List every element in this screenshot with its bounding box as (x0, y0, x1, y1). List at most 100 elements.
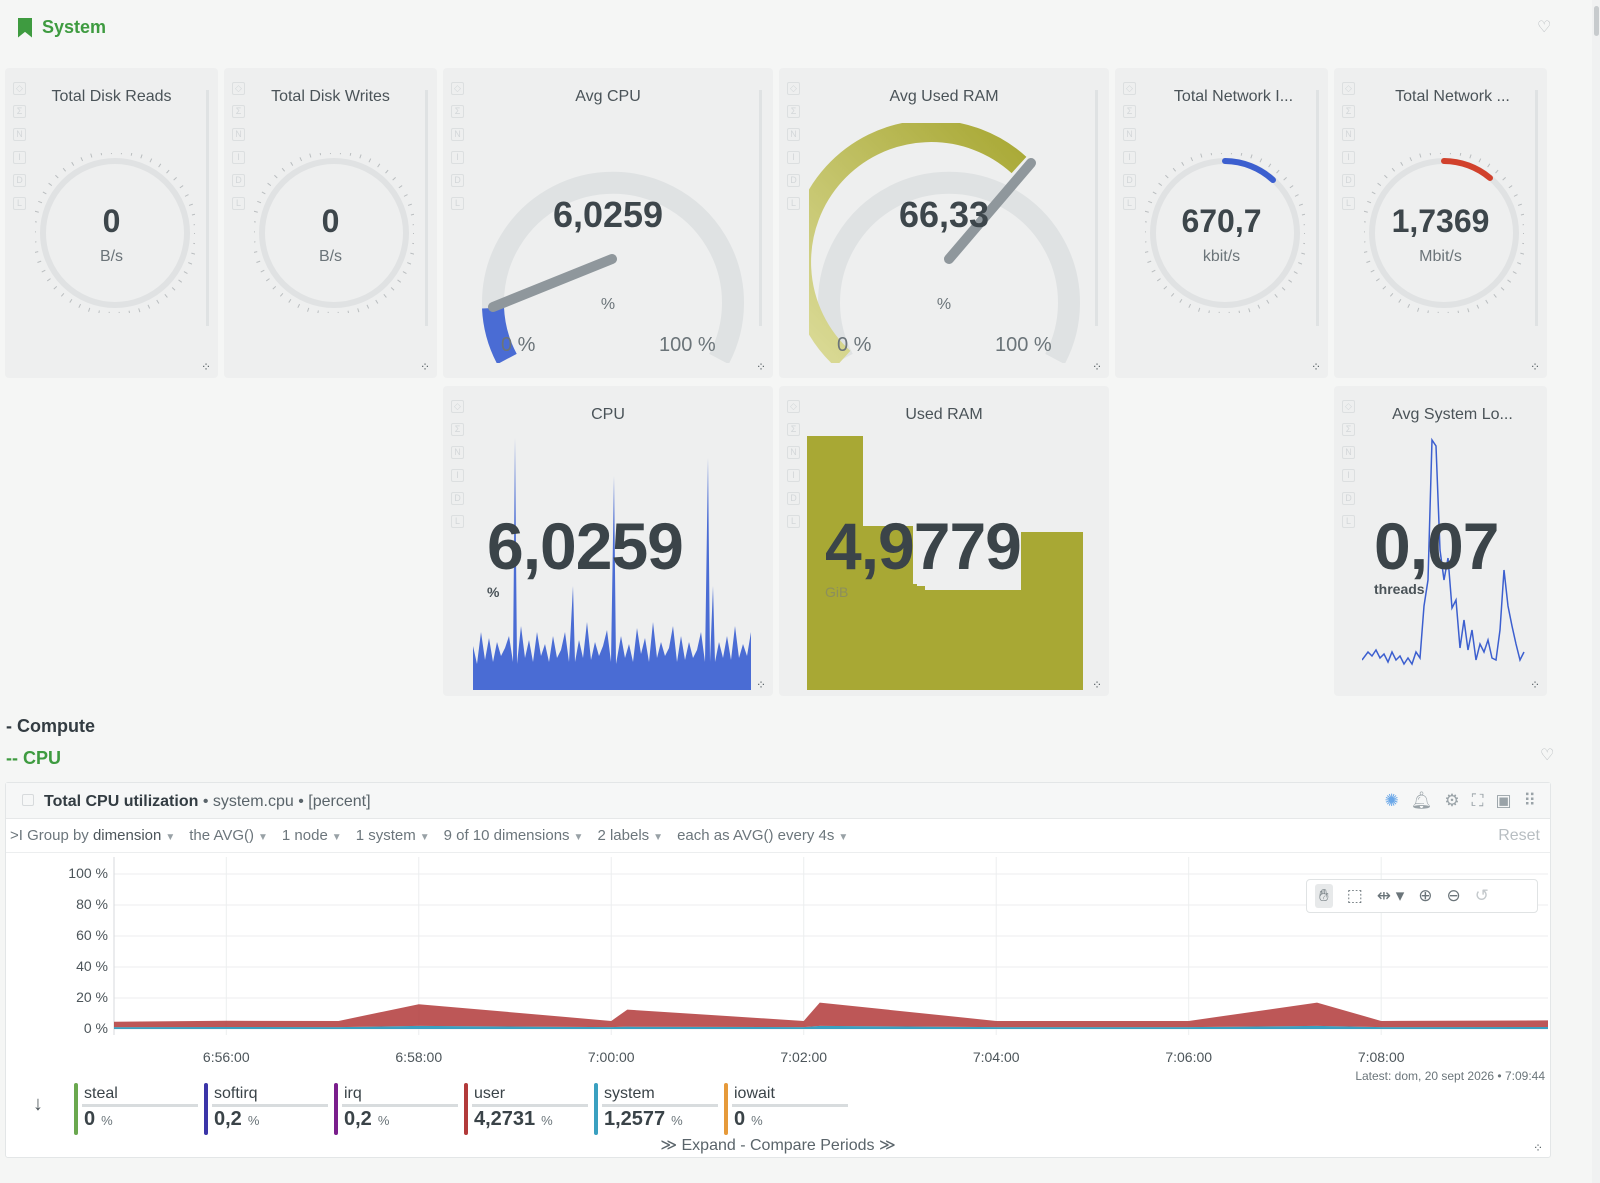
gauge-unit: % (936, 296, 952, 313)
zoom-in-icon[interactable]: ⊕ (1418, 886, 1432, 906)
legend-item-system[interactable]: system 1,2577% (594, 1083, 724, 1135)
gauge-min: 0 % (501, 334, 536, 356)
aggregation-filter[interactable]: the AVG() ▼ (189, 827, 268, 844)
gauge-card-avg-ram[interactable]: ◇ Σ N I D L Avg Used RAM 66,33 % 0 % 100 % ⁘ (779, 68, 1109, 378)
legend-color-bar (594, 1083, 598, 1135)
spark-card-ram[interactable]: ◇ Σ N I D L Used RAM 4,9779 GiB ⁘ (779, 386, 1109, 696)
resize-handle[interactable]: ⁘ (420, 361, 430, 373)
resize-handle[interactable]: ⁘ (1092, 361, 1102, 373)
aggregation-value: the AVG() (189, 827, 254, 844)
reset-zoom-icon[interactable]: ↺ (1475, 886, 1489, 906)
gauge-value: 1,7369 (1391, 203, 1490, 239)
legend-item-user[interactable]: user 4,2731% (464, 1083, 594, 1135)
legend-color-bar (464, 1083, 468, 1135)
legend-color-bar (204, 1083, 208, 1135)
card-title: Total Disk Reads (51, 88, 172, 105)
bookmark-icon (18, 17, 32, 38)
dimensions-filter[interactable]: 9 of 10 dimensions ▼ (444, 827, 584, 844)
x-tick-label: 6:56:00 (202, 1049, 250, 1065)
chart-title: Total CPU utilization • system.cpu • [pe… (44, 793, 371, 810)
settings-sliders-icon[interactable]: ⚙︎ (1444, 791, 1459, 811)
gauge-arc (482, 171, 744, 363)
instances-value: 1 system (355, 827, 416, 844)
legend-name: softirq (214, 1085, 258, 1102)
card-title: Avg CPU (575, 88, 641, 105)
y-tick-label: 20 % (76, 989, 108, 1005)
resize-handle[interactable]: ⁘ (1533, 1142, 1543, 1154)
gauge-card-disk-writes[interactable]: ◇ Σ N I D L Total Disk Writes 0 B/s ⁘ (224, 68, 437, 378)
gauge-unit: B/s (99, 248, 124, 265)
card-title: Total Network I... (1173, 88, 1294, 105)
spark-card-cpu[interactable]: ◇ Σ N I D L CPU 6,0259 % ⁘ (443, 386, 773, 696)
resize-handle[interactable]: ⁘ (1530, 679, 1540, 691)
y-tick-label: 60 % (76, 927, 108, 943)
y-tick-label: 100 % (68, 865, 108, 881)
time-aggregation-value: each as AVG() every 4s (677, 827, 835, 844)
resize-handle[interactable]: ⁘ (756, 679, 766, 691)
spark-card-system-load[interactable]: ◇ Σ N I D L Avg System Lo... 0,07 threads ⁘ (1334, 386, 1547, 696)
gauge-card-avg-cpu[interactable]: ◇ Σ N I D L Avg CPU 6,0259 % 0 % 100 % ⁘ (443, 68, 773, 378)
group-by-value: dimension (92, 827, 162, 844)
legend-name: user (474, 1085, 506, 1102)
resize-handle[interactable]: ⁘ (1530, 361, 1540, 373)
section-title: System (42, 17, 107, 37)
legend-item-softirq[interactable]: softirq 0,2% (204, 1083, 334, 1135)
zoom-out-icon[interactable]: ⊖ (1447, 886, 1461, 906)
legend-name: irq (344, 1085, 362, 1102)
nodes-filter[interactable]: 1 node ▼ (282, 827, 342, 844)
gauge-card-disk-reads[interactable]: ◇ Σ N I D L Total Disk Reads 0 B/s ⁘ (5, 68, 218, 378)
heart-icon[interactable]: ♡ (1537, 20, 1553, 36)
gauge-arc (809, 123, 1080, 363)
x-tick-label: 7:04:00 (972, 1049, 1020, 1065)
heart-icon[interactable]: ♡ (1540, 748, 1556, 764)
pan-icon[interactable]: ✋︎ (1315, 884, 1333, 908)
card-title: Total Disk Writes (271, 88, 390, 105)
cpu-chart-panel[interactable]: Total CPU utilization • system.cpu • [pe… (5, 782, 1551, 1158)
reset-button[interactable]: Reset (1498, 827, 1540, 845)
gauge-value: 0 (102, 203, 121, 239)
card-title: Avg Used RAM (889, 88, 999, 105)
legend-color-bar (334, 1083, 338, 1135)
card-title: Total Network ... (1395, 88, 1510, 105)
drag-handle-icon[interactable]: ⠿ (1524, 791, 1536, 811)
gauge-card-network-in[interactable]: ◇ Σ N I D L Total Network I... 670,7 kbit/s ⁘ (1115, 68, 1328, 378)
gauge-max: 100 % (659, 334, 716, 356)
resize-handle[interactable]: ⁘ (1092, 679, 1102, 691)
bell-icon[interactable]: 🔔︎ (1411, 791, 1433, 811)
chart-header: Total CPU utilization • system.cpu • [pe… (6, 783, 1550, 819)
spark-value: 6,0259 (487, 509, 684, 583)
spark-value: 4,9779 (825, 509, 1022, 583)
legend-value: 0% (84, 1108, 113, 1130)
resize-handle[interactable]: ⁘ (201, 361, 211, 373)
series-user-area (114, 1002, 1548, 1028)
ai-insights-icon[interactable]: ✺ (1384, 791, 1398, 811)
legend-item-iowait[interactable]: iowait 0% (724, 1083, 854, 1135)
instances-filter[interactable]: 1 system ▼ (356, 827, 430, 844)
card-title: CPU (591, 406, 625, 423)
legend-value: 0% (734, 1108, 763, 1130)
chart-header-actions: ✺ 🔔︎ ⚙︎ ⛶ ▣ ⠿ (1384, 791, 1536, 811)
arrow-down-icon[interactable]: ↓ (33, 1093, 43, 1116)
fullscreen-icon[interactable]: ⛶ (1472, 791, 1484, 811)
legend-item-irq[interactable]: irq 0,2% (334, 1083, 464, 1135)
group-by-prefix: >I Group by (10, 827, 89, 844)
save-icon[interactable]: ▣ (1495, 791, 1511, 811)
resize-handle[interactable]: ⁘ (756, 361, 766, 373)
chart-units: [percent] (308, 793, 371, 810)
labels-filter[interactable]: 2 labels ▼ (597, 827, 663, 844)
highlight-icon[interactable]: ⇹ ▾ (1377, 886, 1405, 906)
gauge-unit: Mbit/s (1419, 248, 1462, 265)
select-area-icon[interactable]: ⬚ (1347, 886, 1363, 906)
spark-unit: GiB (825, 584, 849, 600)
time-aggregation-filter[interactable]: each as AVG() every 4s ▼ (677, 827, 848, 844)
dimensions-value: 9 of 10 dimensions (443, 827, 570, 844)
group-by-filter[interactable]: >I Group by dimension ▼ (10, 827, 175, 844)
legend-item-steal[interactable]: steal 0% (74, 1083, 204, 1135)
resize-handle[interactable]: ⁘ (1311, 361, 1321, 373)
expand-compare-button[interactable]: ≫ Expand - Compare Periods ≫ (6, 1135, 1550, 1155)
page-scrollbar[interactable] (1592, 0, 1600, 1183)
gauge-card-network-out[interactable]: ◇ Σ N I D L Total Network ... 1,7369 Mbit/s ⁘ (1334, 68, 1547, 378)
legend-value: 0,2% (214, 1108, 260, 1130)
gauge-max: 100 % (995, 334, 1052, 356)
gauge-min: 0 % (837, 334, 872, 356)
